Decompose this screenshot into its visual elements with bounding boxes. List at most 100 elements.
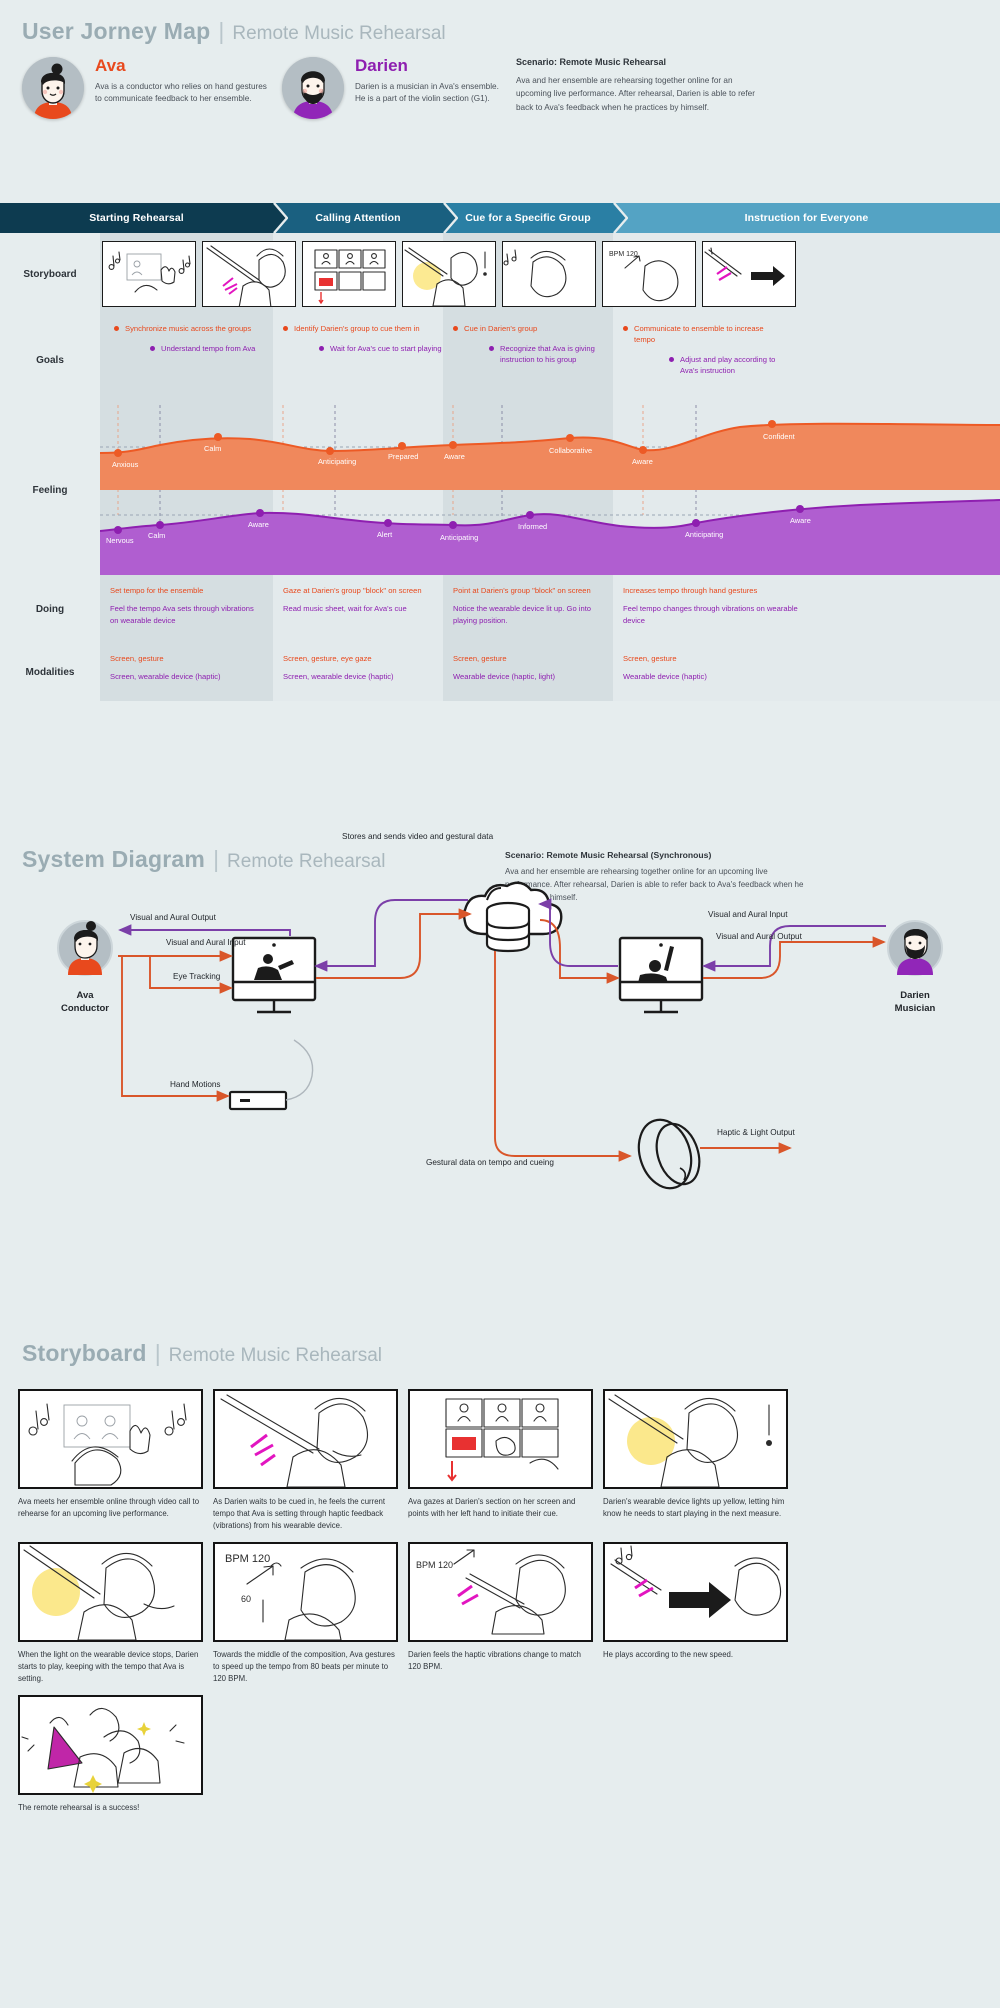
feeling-label-ava: Aware	[444, 452, 465, 461]
phase-calling-attention[interactable]: Calling Attention	[273, 203, 458, 233]
storyboard-thumb[interactable]	[302, 241, 396, 307]
storyboard-frame[interactable]	[18, 1389, 203, 1489]
journey-map-title: User Jorney Map | Remote Music Rehearsal	[22, 18, 446, 45]
goal-text: Synchronize music across the groups	[125, 324, 252, 333]
modality-darien: Screen, wearable device (haptic)	[110, 672, 221, 682]
storyboard-frame[interactable]	[213, 1389, 398, 1489]
journey-row-goals: Goals Synchronize music across the group…	[0, 315, 1000, 405]
journey-row-modalities: Modalities Screen, gesture Screen, weara…	[0, 643, 1000, 701]
storyboard-thumb[interactable]	[502, 241, 596, 307]
goal-darien: Adjust and play according to Ava's instr…	[669, 354, 779, 376]
row-label-storyboard: Storyboard	[23, 268, 77, 280]
edge-label-visual-aural-output-left: Visual and Aural Output	[130, 913, 216, 922]
storyboard-thumb[interactable]	[702, 241, 796, 307]
system-avatar-ava	[57, 920, 113, 976]
storyboard-caption: He plays according to the new speed.	[603, 1650, 734, 1660]
persona-ava: Ava Ava is a conductor who relies on han…	[22, 56, 274, 119]
journey-title-divider: |	[218, 18, 225, 44]
bullet-darien-icon	[489, 346, 494, 351]
doing-col-3: Point at Darien's group "block" on scree…	[443, 575, 613, 633]
storyboard-thumb[interactable]	[402, 241, 496, 307]
row-label-feeling: Feeling	[32, 484, 68, 496]
phase-starting-rehearsal[interactable]: Starting Rehearsal	[0, 203, 288, 233]
goals-col-3: Cue in Darien's group Recognize that Ava…	[443, 315, 613, 405]
storyboard-caption: Darien feels the haptic vibrations chang…	[408, 1650, 581, 1672]
modality-ava: Screen, gesture	[623, 654, 677, 663]
row-body-storyboard: BPM 120	[100, 233, 1000, 315]
storyboard-frame[interactable]	[18, 1695, 203, 1796]
edge-label-hand-motions: Hand Motions	[170, 1080, 221, 1089]
phase-label: Calling Attention	[315, 212, 401, 224]
storyboard-thumb[interactable]: BPM 120	[602, 241, 696, 307]
svg-text:60: 60	[241, 1594, 251, 1604]
avatar-darien	[282, 57, 344, 119]
storyboard-frame[interactable]: BPM 120	[408, 1542, 593, 1643]
svg-text:BPM 120: BPM 120	[416, 1560, 453, 1570]
storyboard-frame[interactable]: BPM 120 60	[213, 1542, 398, 1643]
bullet-darien-icon	[319, 346, 324, 351]
storyboard-frame[interactable]	[18, 1542, 203, 1643]
goals-columns: Synchronize music across the groups Unde…	[100, 315, 1000, 405]
storyboard-item: Ava meets her ensemble online through vi…	[18, 1389, 203, 1532]
storyboard-caption: Ava gazes at Darien's section on her scr…	[408, 1497, 576, 1519]
goal-ava: Cue in Darien's group	[453, 323, 613, 334]
goal-darien: Understand tempo from Ava	[150, 343, 273, 354]
storyboard-frame[interactable]	[408, 1389, 593, 1489]
phase-label: Cue for a Specific Group	[465, 212, 591, 224]
feeling-chart: Anxious Calm Anticipating Prepared Aware…	[100, 405, 1000, 575]
bullet-darien-icon	[669, 357, 674, 362]
goal-text: Cue in Darien's group	[464, 324, 538, 333]
modality-ava: Screen, gesture, eye gaze	[283, 654, 372, 663]
svg-text:BPM 120: BPM 120	[225, 1553, 270, 1565]
feeling-label-ava: Anxious	[112, 460, 139, 469]
goal-text: Understand tempo from Ava	[161, 344, 256, 353]
storyboard-caption: Towards the middle of the composition, A…	[213, 1650, 395, 1684]
journey-map-grid: Starting Rehearsal Calling Attention Cue…	[0, 203, 1000, 701]
feeling-label-ava: Calm	[204, 444, 222, 453]
phase-cue-specific-group[interactable]: Cue for a Specific Group	[443, 203, 628, 233]
goal-text: Adjust and play according to Ava's instr…	[680, 355, 776, 375]
journey-scenario-body: Ava and her ensemble are rehearsing toge…	[516, 76, 755, 112]
phase-band: Starting Rehearsal Calling Attention Cue…	[0, 203, 1000, 233]
doing-ava: Gaze at Darien's group "block" on screen	[283, 586, 422, 595]
journey-scenario: Scenario: Remote Music Rehearsal Ava and…	[516, 57, 766, 119]
storyboard-title: Storyboard | Remote Music Rehearsal	[22, 1340, 1000, 1367]
gesture-sensor-icon	[228, 1039, 314, 1111]
edge-label-visual-aural-input-right: Visual and Aural Input	[708, 910, 788, 919]
journey-row-storyboard: Storyboard BPM 120	[0, 233, 1000, 315]
doing-col-4: Increases tempo through hand gestures Fe…	[613, 575, 1000, 633]
wearable-ring-icon	[637, 1118, 701, 1190]
storyboard-item: Ava gazes at Darien's section on her scr…	[408, 1389, 593, 1532]
storyboard-frame[interactable]	[603, 1389, 788, 1489]
journey-row-feeling: Feeling Anxious Calm Anticipating Prepar…	[0, 405, 1000, 575]
feeling-label-darien: Anticipating	[440, 533, 479, 542]
goal-ava: Identify Darien's group to cue them in	[283, 323, 443, 334]
phase-instruction-everyone[interactable]: Instruction for Everyone	[613, 203, 1000, 233]
storyboard-thumb[interactable]	[102, 241, 196, 307]
bullet-ava-icon	[453, 326, 458, 331]
system-node-darien-name: Darien	[900, 990, 930, 1001]
persona-desc-darien: Darien is a musician in Ava's ensemble. …	[355, 81, 499, 104]
journey-scenario-title: Scenario: Remote Music Rehearsal	[516, 57, 667, 67]
doing-darien: Feel tempo changes through vibrations on…	[623, 604, 798, 625]
doing-darien: Feel the tempo Ava sets through vibratio…	[110, 604, 254, 625]
persona-desc-ava: Ava is a conductor who relies on hand ge…	[95, 81, 267, 104]
goals-col-1: Synchronize music across the groups Unde…	[100, 315, 273, 405]
doing-ava: Point at Darien's group "block" on scree…	[453, 586, 591, 595]
storyboard-caption: The remote rehearsal is a success!	[18, 1803, 140, 1813]
storyboard-item: As Darien waits to be cued in, he feels …	[213, 1389, 398, 1532]
bullet-ava-icon	[623, 326, 628, 331]
storyboard-thumb[interactable]	[202, 241, 296, 307]
feeling-label-ava: Collaborative	[549, 446, 593, 455]
storyboard-title-main: Storyboard	[22, 1340, 147, 1366]
feeling-label-ava: Prepared	[388, 452, 419, 461]
avatar-ava	[22, 57, 84, 119]
phase-label: Instruction for Everyone	[744, 212, 869, 224]
storyboard-frame[interactable]	[603, 1542, 788, 1643]
storyboard-grid: Ava meets her ensemble online through vi…	[0, 1389, 1000, 1815]
feeling-label-darien: Alert	[377, 530, 393, 539]
goal-darien: Wait for Ava's cue to start playing	[319, 343, 443, 354]
goal-text: Communicate to ensemble to increase temp…	[634, 324, 764, 344]
system-node-ava-role: Conductor	[60, 1002, 110, 1014]
phase-label: Starting Rehearsal	[89, 212, 184, 224]
